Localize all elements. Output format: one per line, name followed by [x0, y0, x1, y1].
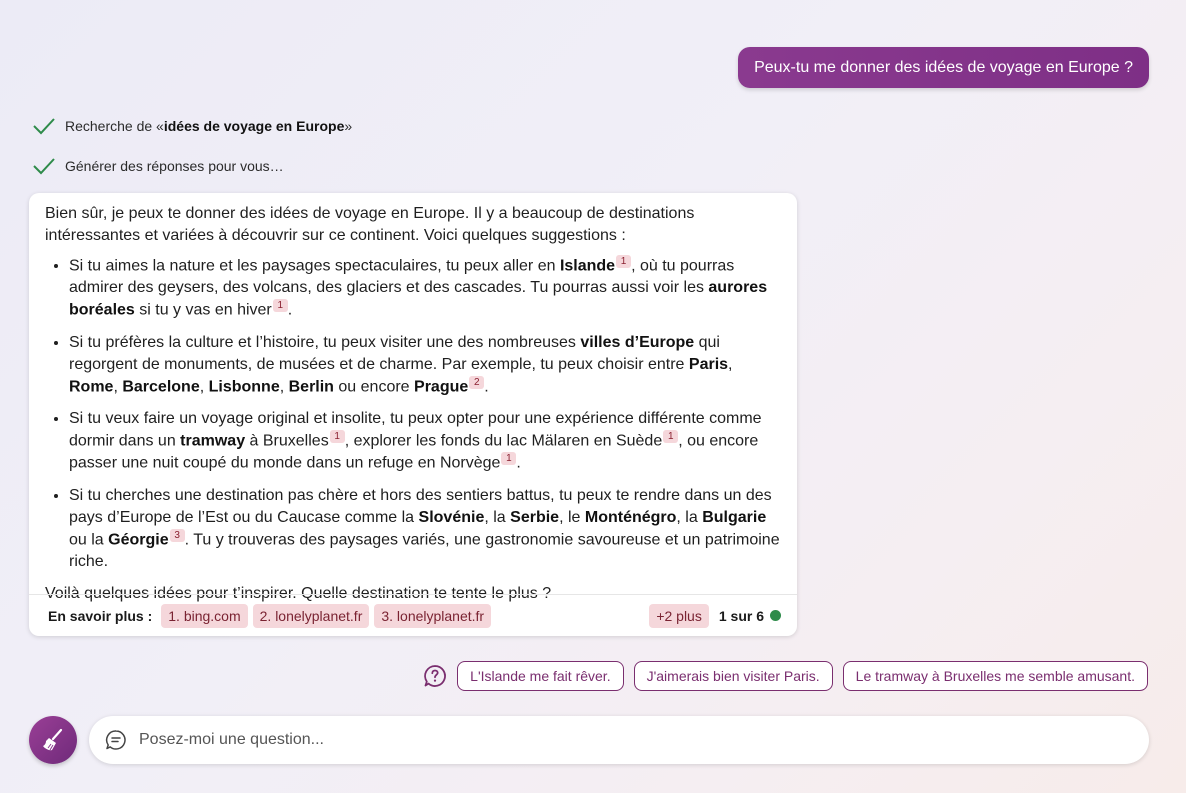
check-icon [33, 158, 55, 175]
citation-badge[interactable]: 1 [272, 299, 288, 313]
suggestion-chip-2[interactable]: J'aimerais bien visiter Paris. [633, 661, 833, 691]
highlight: Barcelone [122, 377, 200, 395]
status-generating-text: Générer des réponses pour vous… [65, 158, 284, 174]
highlight: tramway [180, 432, 246, 450]
chat-bubble-icon [105, 730, 126, 750]
suggestion-chip-3[interactable]: Le tramway à Bruxelles me semble amusant… [842, 661, 1148, 691]
highlight: Islande [559, 257, 616, 275]
list-text: Si tu préfères la culture et l’histoire,… [69, 333, 581, 351]
highlight: Prague [414, 377, 469, 395]
highlight: Slovénie [418, 508, 485, 526]
chat-input-bar [89, 716, 1149, 764]
learn-more-bar: En savoir plus : 1. bing.com 2. lonelypl… [29, 594, 797, 636]
response-counter: 1 sur 6 [718, 607, 764, 624]
status-searching: Recherche de «idées de voyage en Europe» [32, 117, 352, 135]
suggested-replies: L'Islande me fait rêver. J'aimerais bien… [423, 661, 1148, 691]
question-bubble-icon[interactable] [423, 664, 447, 688]
highlight: Paris [688, 355, 729, 373]
highlight: Lisbonne [208, 377, 280, 395]
highlight: Serbie [510, 508, 560, 526]
chat-input[interactable] [137, 730, 1041, 750]
broom-icon [43, 728, 63, 751]
highlight: Berlin [288, 377, 334, 395]
citation-badge[interactable]: 1 [616, 255, 632, 268]
list-text: , la [484, 508, 511, 526]
more-sources-button[interactable]: +2 plus [649, 603, 709, 628]
list-text: , le [559, 508, 585, 526]
list-text: , [728, 355, 733, 373]
user-message-text: Peux-tu me donner des idées de voyage en… [754, 58, 1133, 76]
highlight: Géorgie [108, 530, 169, 548]
suggestion-chip-1[interactable]: L'Islande me fait rêver. [457, 661, 624, 691]
citation-badge[interactable]: 2 [469, 375, 485, 389]
list-text: si tu y vas en hiver [134, 301, 272, 319]
new-topic-button[interactable] [29, 716, 77, 764]
list-text: . [484, 377, 489, 395]
status-generating: Générer des réponses pour vous… [32, 157, 284, 175]
list-text: , [199, 377, 209, 395]
list-item: Si tu aimes la nature et les paysages sp… [69, 255, 781, 322]
citation-badge[interactable]: 3 [169, 528, 185, 542]
list-item: Si tu cherches une destination pas chère… [69, 485, 781, 573]
list-text: , [113, 377, 123, 395]
highlight: Monténégro [584, 508, 677, 526]
status-search-prefix: Recherche de « [65, 118, 164, 134]
user-message-bubble: Peux-tu me donner des idées de voyage en… [738, 47, 1149, 88]
answer-intro: Bien sûr, je peux te donner des idées de… [45, 205, 695, 244]
check-icon [33, 118, 55, 135]
status-dot [770, 610, 781, 621]
list-text: . [287, 301, 293, 319]
highlight: Bulgarie [702, 508, 767, 526]
citation-badge[interactable]: 1 [501, 452, 517, 466]
status-search-query: idées de voyage en Europe [163, 118, 345, 134]
list-item: Si tu préfères la culture et l’histoire,… [69, 332, 781, 398]
answer-card: Bien sûr, je peux te donner des idées de… [29, 193, 797, 636]
citation-badge[interactable]: 1 [329, 429, 345, 443]
source-link-2[interactable]: 2. lonelyplanet.fr [252, 603, 370, 628]
status-search-suffix: » [344, 118, 353, 134]
list-item: Si tu veux faire un voyage original et i… [69, 408, 781, 475]
list-text: , [279, 377, 289, 395]
answer-body: Bien sûr, je peux te donner des idées de… [29, 193, 797, 605]
highlight: Rome [69, 377, 114, 395]
list-text: Si tu aimes la nature et les paysages sp… [69, 257, 560, 275]
source-link-1[interactable]: 1. bing.com [161, 603, 248, 628]
suggestion-list: Si tu aimes la nature et les paysages sp… [45, 255, 781, 573]
citation-badge[interactable]: 1 [663, 429, 679, 443]
list-text: ou la [69, 530, 109, 548]
list-text: . [516, 454, 521, 472]
list-text: à Bruxelles [245, 432, 329, 450]
learn-more-label: En savoir plus : [48, 607, 153, 624]
list-text: ou encore [333, 377, 415, 395]
source-link-3[interactable]: 3. lonelyplanet.fr [374, 603, 492, 628]
list-text: , explorer les fonds du lac Mälaren en S… [344, 432, 663, 450]
list-text: , la [676, 508, 703, 526]
highlight: villes d’Europe [580, 333, 695, 351]
